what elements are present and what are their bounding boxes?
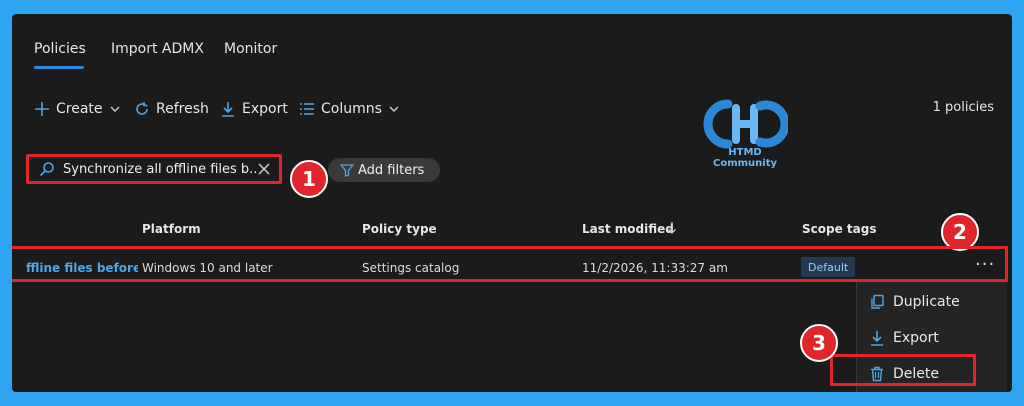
refresh-label: Refresh: [156, 101, 209, 117]
column-header-policy-type[interactable]: Policy type: [362, 222, 437, 236]
create-label: Create: [56, 101, 103, 117]
scope-tag-badge: Default: [801, 257, 856, 277]
refresh-button[interactable]: Refresh: [134, 98, 209, 120]
step-badge-3: 3: [800, 324, 838, 362]
cell-platform: Windows 10 and later: [142, 261, 273, 275]
search-input[interactable]: Synchronize all offline files b...: [26, 154, 282, 184]
column-header-scope-tags[interactable]: Scope tags: [802, 222, 876, 236]
active-tab-indicator: [34, 66, 84, 69]
step-badge-1: 1: [290, 160, 328, 198]
download-icon: [871, 331, 883, 346]
columns-label: Columns: [321, 101, 382, 117]
add-filters-label: Add filters: [358, 162, 425, 178]
search-value: Synchronize all offline files b...: [63, 161, 257, 177]
export-label: Export: [242, 101, 288, 117]
download-icon: [222, 102, 234, 117]
create-button[interactable]: Create: [34, 98, 127, 120]
menu-item-label: Export: [893, 330, 939, 346]
menu-item-label: Duplicate: [893, 294, 960, 310]
refresh-icon: [136, 102, 148, 115]
column-header-last-modified[interactable]: Last modified: [582, 222, 674, 236]
menu-item-export[interactable]: Export: [869, 326, 939, 350]
tab-import-admx[interactable]: Import ADMX: [111, 41, 204, 57]
delete-highlight: [830, 354, 976, 386]
tab-monitor[interactable]: Monitor: [224, 41, 277, 57]
add-filters-button[interactable]: Add filters: [328, 158, 440, 182]
search-icon: [39, 162, 54, 177]
columns-icon: [300, 103, 314, 115]
watermark-text: HTMD Community: [712, 147, 777, 169]
close-icon[interactable]: [257, 162, 271, 176]
cell-last-modified: 11/2/2026, 11:33:27 am: [582, 261, 728, 275]
policy-count: 1 policies: [932, 100, 994, 115]
sort-descending-icon: [668, 222, 676, 234]
more-options-icon[interactable]: ···: [975, 254, 995, 275]
chevron-down-icon: [110, 106, 120, 112]
columns-button[interactable]: Columns: [299, 98, 406, 120]
cell-policy-type: Settings catalog: [362, 261, 460, 275]
menu-item-duplicate[interactable]: Duplicate: [869, 290, 960, 314]
chevron-down-icon: [389, 106, 399, 112]
filter-icon: [340, 164, 354, 177]
export-button[interactable]: Export: [220, 98, 288, 120]
policies-panel: Policies Import ADMX Monitor Create Refr…: [12, 14, 1012, 392]
tab-policies[interactable]: Policies: [34, 41, 86, 57]
plus-icon: [35, 102, 49, 116]
duplicate-icon: [871, 294, 884, 309]
policy-name-link[interactable]: ffline files before lo: [26, 261, 138, 275]
column-header-platform[interactable]: Platform: [142, 222, 201, 236]
